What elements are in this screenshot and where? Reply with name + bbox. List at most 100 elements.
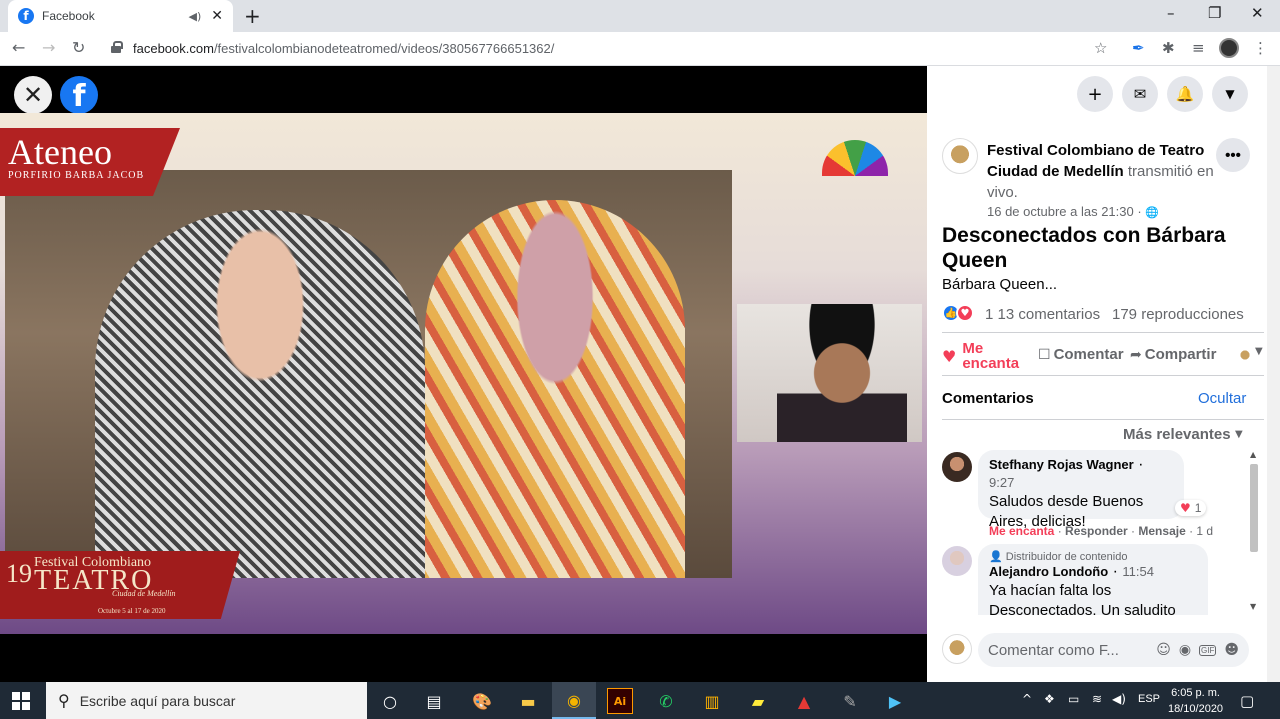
post-options-button[interactable]: ••• [1216,138,1250,172]
task-view-icon[interactable]: ▤ [421,688,447,714]
extensions-puzzle-icon[interactable]: ✱ [1162,39,1175,57]
share-button[interactable]: ➦ Compartir [1130,347,1216,363]
comments-count-wrap[interactable]: 1 13 comentarios [985,306,1100,323]
camera-icon[interactable]: ◉ [1179,642,1191,658]
sort-caret-icon[interactable]: ▼ [1235,429,1243,440]
post-date[interactable]: 16 de octubre a las 21:30 · 🌐 [987,204,1159,219]
festival-edition-number: 19 [6,559,32,588]
share-as-avatar[interactable] [1237,347,1253,363]
windows-taskbar: ⚲ Escribe aquí para buscar ○ ▤ 🎨 ▬ ◉ Ai … [0,682,1280,719]
paint-icon[interactable]: 🎨 [469,688,495,714]
minimize-window-button[interactable]: – [1167,4,1175,22]
comment-reaction-count: 1 [1194,501,1202,515]
back-button[interactable]: ← [12,38,25,57]
post-header: Festival Colombiano de Teatro Ciudad de … [987,140,1217,203]
media-control-icon[interactable]: ≡ [1192,39,1205,57]
browser-toolbar: ← → ↻ facebook.com/festivalcolombianodet… [0,32,1280,66]
browser-tab[interactable]: f Facebook ◀) ✕ [8,0,233,32]
compose-avatar[interactable] [942,634,972,664]
comment-age[interactable]: 1 d [1196,524,1213,538]
notifications-icon[interactable]: ▢ [1240,692,1254,710]
comment-reaction-badge[interactable]: ♥ 1 [1175,500,1207,516]
restore-window-button[interactable]: ❐ [1208,4,1221,22]
taskbar-search[interactable]: ⚲ Escribe aquí para buscar [46,682,367,719]
badge-label: Distribuidor de contenido [1005,551,1128,563]
comment-sort-dropdown[interactable]: Más relevantes [1123,426,1231,443]
share-caret-icon[interactable]: ▼ [1255,346,1263,357]
whatsapp-icon[interactable]: ✆ [653,688,679,714]
create-button[interactable]: + [1077,76,1113,112]
profile-avatar[interactable] [1219,38,1239,58]
emoji-icon[interactable]: ☺ [1156,642,1171,658]
comment-button[interactable]: ☐ Comentar [1038,347,1124,363]
share-arrow-icon: ➦ [1130,347,1142,363]
facebook-logo-icon[interactable]: f [60,76,98,114]
performer-left [95,210,425,578]
dropbox-icon[interactable]: ❖ [1044,692,1055,706]
acrobat-icon[interactable]: ▲ [791,688,817,714]
content-distributor-icon: 👤 [989,550,1003,563]
clock-time: 6:05 p. m. [1171,687,1220,699]
app-icon[interactable]: ✎ [837,688,863,714]
chrome-icon[interactable]: ◉ [552,682,596,719]
scroll-thumb[interactable] [1250,464,1258,552]
close-window-button[interactable]: ✕ [1251,4,1264,22]
audio-editor-icon[interactable]: ▥ [699,688,725,714]
sticker-icon[interactable]: ☻ [1224,642,1239,658]
illustrator-icon[interactable]: Ai [607,688,633,714]
page-scrollbar[interactable] [1267,66,1280,682]
page-avatar[interactable] [942,138,978,174]
bookmark-star-icon[interactable]: ☆ [1094,39,1107,57]
comment-reply-action[interactable]: Responder [1065,524,1128,538]
notifications-bell-icon[interactable]: 🔔 [1167,76,1203,112]
comment-message-action[interactable]: Mensaje [1138,524,1185,538]
comment-avatar[interactable] [942,452,972,482]
side-camera-feed [737,304,922,442]
comment-author[interactable]: Stefhany Rojas Wagner [989,457,1134,472]
guest-performer [777,304,907,442]
messenger-icon[interactable]: ✉ [1122,76,1158,112]
scroll-up-arrow-icon[interactable]: ▲ [1250,450,1256,459]
comment-love-action[interactable]: Me encanta [989,524,1054,538]
wifi-icon[interactable]: ≋ [1092,692,1102,706]
video-frame[interactable]: Ateneo PORFIRIO BARBA JACOB Festival Col… [0,113,927,634]
volume-icon[interactable]: ◀) [1112,692,1126,706]
comment-avatar[interactable] [942,546,972,576]
address-bar[interactable]: facebook.com/festivalcolombianodeteatrom… [133,41,554,56]
love-button[interactable]: ♥ Me encanta [942,341,1019,371]
file-explorer-icon[interactable]: ▬ [515,688,541,714]
reload-button[interactable]: ↻ [72,38,85,57]
comment-author[interactable]: Alejandro Londoño [989,564,1108,579]
media-player-icon[interactable]: ▶ [882,688,908,714]
cortana-icon[interactable]: ○ [377,688,403,714]
scroll-down-arrow-icon[interactable]: ▼ [1250,602,1256,611]
close-tab-icon[interactable]: ✕ [211,8,223,24]
audio-playing-icon[interactable]: ◀) [189,10,202,23]
gif-icon[interactable]: GIF [1199,644,1217,656]
taskbar-clock[interactable]: 6:05 p. m. 18/10/2020 [1168,685,1223,717]
extension-feather-icon[interactable]: ✒ [1132,39,1145,57]
account-menu-caret-icon[interactable]: ▼ [1212,76,1248,112]
comments-scrollbar[interactable]: ▲ ▼ [1249,450,1259,615]
heart-icon: ♥ [942,346,957,366]
video-description[interactable]: Bárbara Queen... [942,276,1057,293]
lock-icon[interactable] [111,41,123,53]
forward-button[interactable]: → [42,38,55,57]
close-video-button[interactable]: ✕ [14,76,52,114]
comment-time[interactable]: 9:27 [989,475,1014,490]
comment-input-placeholder: Comentar como F... [988,641,1119,659]
video-title: Desconectados con Bárbara Queen [942,224,1226,272]
browser-menu-icon[interactable]: ⋮ [1253,39,1268,57]
sticky-notes-icon[interactable]: ▰ [745,688,771,714]
festival-logo-banner: Festival Colombiano 19 TEATRO Ciudad de … [0,551,240,619]
url-domain: facebook.com [133,41,214,56]
hide-comments-link[interactable]: Ocultar [1198,390,1246,407]
battery-icon[interactable]: ▭ [1068,692,1079,706]
reactions-summary[interactable]: 👍 ♥ [942,304,974,322]
comment-input[interactable]: Comentar como F... ☺ ◉ GIF ☻ [978,633,1249,667]
windows-start-icon[interactable] [12,692,30,710]
show-hidden-icons-icon[interactable]: ^ [1022,692,1032,706]
new-tab-button[interactable]: + [244,4,261,28]
language-indicator[interactable]: ESP [1138,693,1160,705]
comment-time[interactable]: 11:54 [1122,564,1154,579]
